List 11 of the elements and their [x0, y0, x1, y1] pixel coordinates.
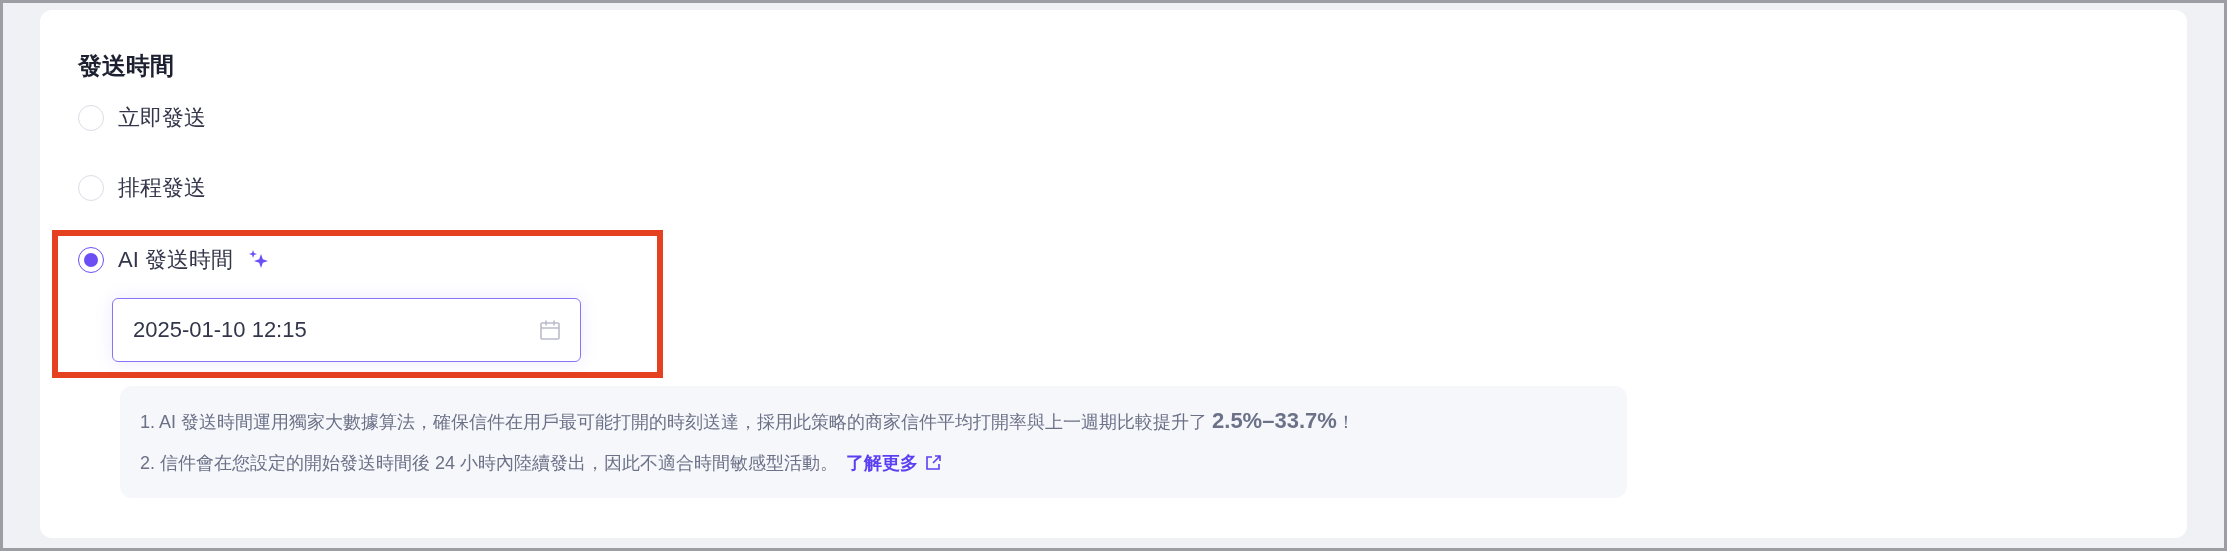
datetime-field[interactable]: 2025-01-10 12:15 [112, 298, 581, 362]
note-text: 1. AI 發送時間運用獨家大數據算法，確保信件在用戶最可能打開的時刻送達，採用此策略的商家信件平均打開率與上一週期比較提升了 2.5%–33.7%！ [140, 408, 1355, 434]
external-link-icon[interactable] [924, 454, 943, 472]
radio-button[interactable] [78, 247, 104, 273]
learn-more-link[interactable]: 了解更多 [846, 451, 919, 475]
calendar-icon [538, 318, 562, 342]
section-title: 發送時間 [78, 51, 174, 81]
radio-label[interactable]: 排程發送 [118, 173, 206, 203]
note-text: 2. 信件會在您設定的開始發送時間後 24 小時內陸續發出，因此不適合時間敏感型活動。 [140, 452, 839, 475]
radio-label[interactable]: 立即發送 [118, 103, 206, 133]
radio-label[interactable]: AI 發送時間 [118, 245, 233, 275]
